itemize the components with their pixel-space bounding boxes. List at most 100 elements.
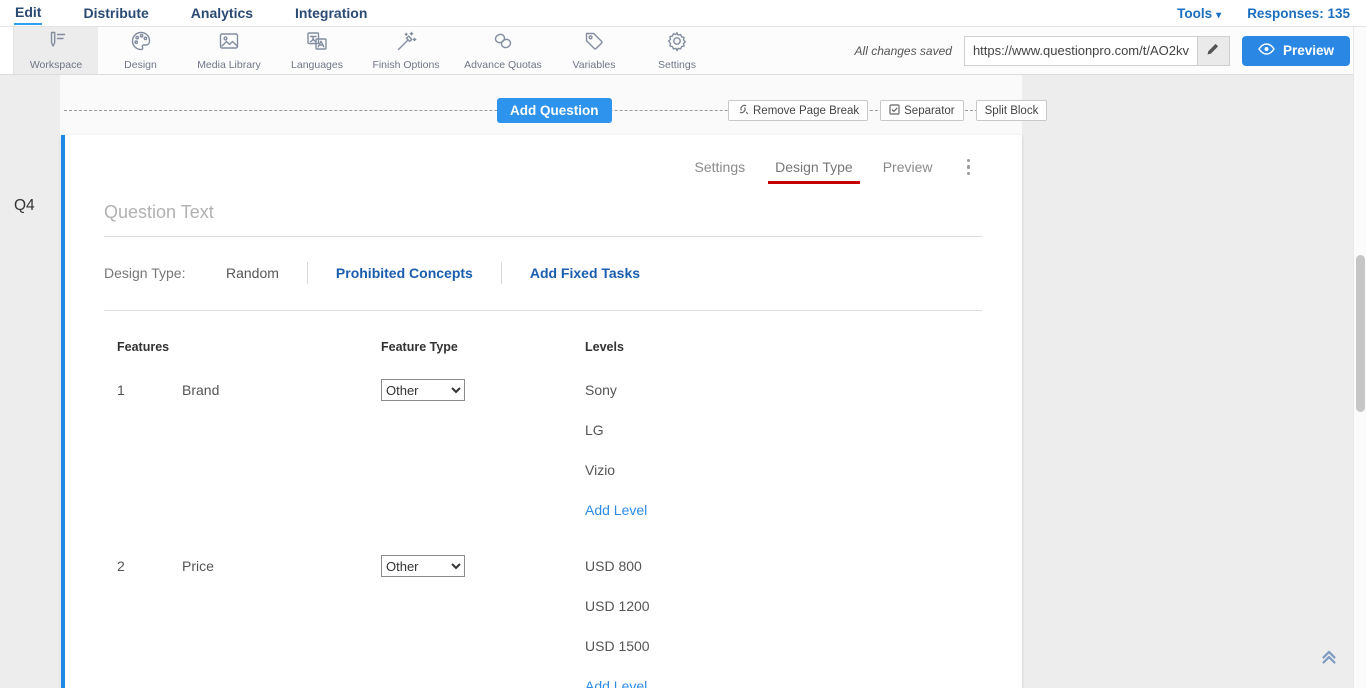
feature-number: 1 (117, 370, 182, 530)
chevron-double-up-icon (1318, 655, 1340, 672)
nav-tab-edit[interactable]: Edit (14, 1, 42, 25)
edit-url-button[interactable] (1197, 37, 1229, 65)
remove-page-break-button[interactable]: Remove Page Break (728, 100, 868, 121)
add-question-button[interactable]: Add Question (497, 98, 612, 123)
toolbar-item-languages[interactable]: Languages (275, 27, 359, 74)
vertical-scrollbar[interactable] (1353, 27, 1366, 688)
questionpro-survey-editor: Edit Distribute Analytics Integration To… (0, 0, 1366, 688)
toolbar: Workspace Design Media Library Languages (0, 27, 1366, 75)
nav-tab-integration[interactable]: Integration (294, 2, 368, 24)
feature-number: 2 (117, 546, 182, 688)
toolbar-right: All changes saved Preview (855, 27, 1366, 74)
toolbar-item-finish-options[interactable]: Finish Options (359, 27, 453, 74)
unlink-icon (737, 103, 749, 118)
nav-tab-distribute[interactable]: Distribute (82, 2, 149, 24)
toolbar-item-label: Languages (291, 59, 343, 71)
pencil-icon (1206, 42, 1220, 59)
survey-page: Add Question Remove Page Break Separator… (60, 75, 1022, 688)
tab-design-type[interactable]: Design Type (775, 159, 853, 175)
design-icon (129, 30, 153, 57)
languages-icon (305, 30, 329, 57)
media-library-icon (217, 30, 241, 57)
responses-link[interactable]: Responses: 135 (1247, 6, 1350, 21)
features-header: Features (117, 340, 381, 354)
variables-icon (582, 30, 606, 57)
feature-name[interactable]: Price (182, 546, 381, 688)
nav-tabs: Edit Distribute Analytics Integration (0, 1, 368, 25)
question-text-placeholder: Question Text (104, 202, 982, 223)
level-item[interactable]: LG (585, 410, 982, 450)
feature-name[interactable]: Brand (182, 370, 381, 530)
feature-type-select[interactable]: Other (381, 379, 465, 401)
level-item[interactable]: Vizio (585, 450, 982, 490)
checkbox-checked-icon (889, 104, 900, 118)
question-tabs: Settings Design Type Preview (104, 155, 982, 179)
level-item[interactable]: USD 800 (585, 546, 982, 586)
add-fixed-tasks-link[interactable]: Add Fixed Tasks (530, 265, 640, 281)
divider (307, 262, 308, 284)
toolbar-item-design[interactable]: Design (98, 27, 183, 74)
features-table-header: Features Feature Type Levels (104, 340, 982, 354)
toolbar-item-workspace[interactable]: Workspace (14, 27, 98, 74)
levels-cell: USD 800 USD 1200 USD 1500 Add Level (585, 546, 982, 688)
toolbar-item-label: Variables (573, 59, 616, 71)
question-card: Settings Design Type Preview Question Te… (61, 135, 1022, 688)
remove-page-break-label: Remove Page Break (753, 105, 859, 117)
eye-icon (1258, 43, 1275, 58)
more-options-icon[interactable] (963, 157, 975, 178)
top-nav: Edit Distribute Analytics Integration To… (0, 0, 1366, 27)
preview-label: Preview (1283, 43, 1334, 58)
level-item[interactable]: USD 1200 (585, 586, 982, 626)
scroll-to-top-button[interactable] (1318, 646, 1340, 673)
feature-type-cell: Other (381, 370, 585, 530)
toolbar-item-label: Advance Quotas (464, 59, 542, 71)
finish-options-icon (394, 30, 418, 57)
question-text-field[interactable]: Question Text (104, 202, 982, 237)
toolbar-item-label: Finish Options (372, 59, 439, 71)
add-level-link[interactable]: Add Level (585, 490, 647, 530)
toolbar-item-label: Design (124, 59, 157, 71)
toolbar-item-advance-quotas[interactable]: Advance Quotas (453, 27, 553, 74)
nav-tab-analytics[interactable]: Analytics (190, 2, 254, 24)
tools-label: Tools (1177, 6, 1212, 21)
divider (501, 262, 502, 284)
toolbar-item-settings[interactable]: Settings (635, 27, 719, 74)
tab-preview[interactable]: Preview (883, 159, 933, 175)
toolbar-item-label: Settings (658, 59, 696, 71)
feature-row: 2 Price Other USD 800 USD 1200 USD 1500 … (104, 546, 982, 688)
separator-label: Separator (904, 105, 955, 117)
toolbar-item-label: Workspace (30, 59, 82, 71)
prohibited-concepts-link[interactable]: Prohibited Concepts (336, 265, 473, 281)
levels-header: Levels (585, 340, 982, 354)
feature-row: 1 Brand Other Sony LG Vizio Add Level (104, 370, 982, 530)
toolbar-item-variables[interactable]: Variables (553, 27, 635, 74)
tools-menu[interactable]: Tools ▾ (1177, 6, 1221, 21)
level-item[interactable]: USD 1500 (585, 626, 982, 666)
workspace-icon (44, 30, 68, 57)
toolbar-item-media-library[interactable]: Media Library (183, 27, 275, 74)
separator-button[interactable]: Separator (880, 100, 964, 121)
split-block-button[interactable]: Split Block (976, 100, 1048, 121)
preview-button[interactable]: Preview (1242, 36, 1350, 66)
design-type-label: Design Type: (104, 265, 226, 281)
advance-quotas-icon (491, 30, 515, 57)
page-break-controls: Remove Page Break Separator Split Block (728, 100, 1047, 121)
survey-url-input[interactable] (965, 37, 1197, 65)
feature-type-header: Feature Type (381, 340, 585, 354)
design-type-value[interactable]: Random (226, 265, 279, 281)
question-number-label: Q4 (14, 197, 35, 215)
scrollbar-thumb[interactable] (1356, 255, 1365, 412)
section-divider (104, 310, 982, 311)
caret-down-icon: ▾ (1216, 10, 1221, 21)
survey-url-box (964, 36, 1230, 66)
features-table: Features Feature Type Levels 1 Brand Oth… (104, 340, 982, 688)
toolbar-left-edge (0, 27, 14, 74)
settings-icon (665, 30, 689, 57)
add-level-link[interactable]: Add Level (585, 666, 647, 688)
tab-settings[interactable]: Settings (695, 159, 746, 175)
level-item[interactable]: Sony (585, 370, 982, 410)
levels-cell: Sony LG Vizio Add Level (585, 370, 982, 530)
toolbar-item-label: Media Library (197, 59, 261, 71)
split-block-label: Split Block (985, 105, 1039, 117)
feature-type-select[interactable]: Other (381, 555, 465, 577)
